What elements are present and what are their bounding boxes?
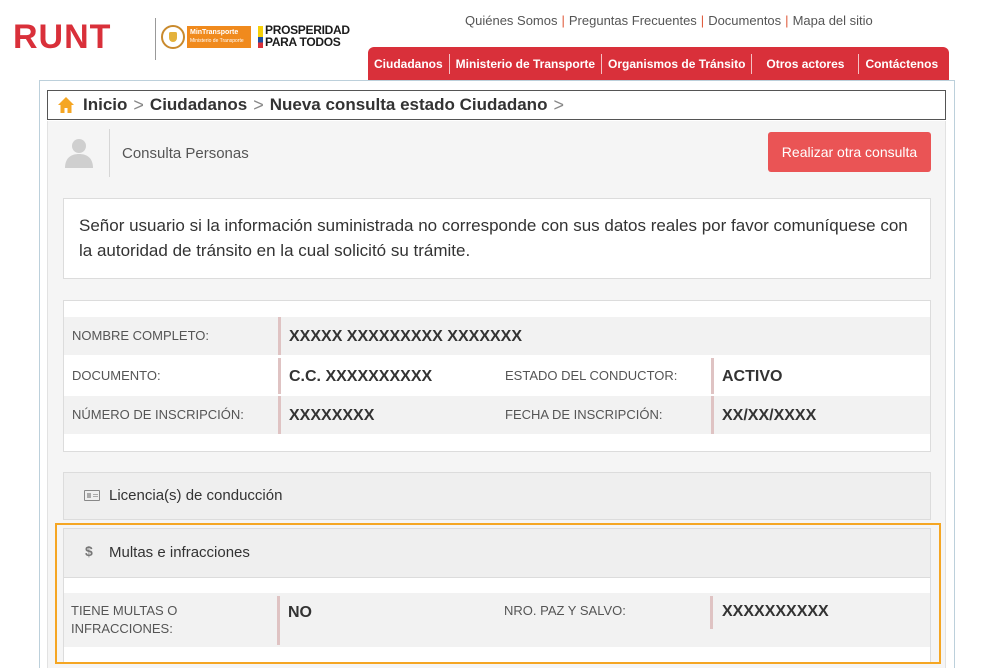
- realizar-otra-consulta-button[interactable]: Realizar otra consulta: [768, 132, 931, 172]
- nav-organismos-de-transito[interactable]: Organismos de Tránsito: [601, 53, 751, 74]
- logo-divider: [155, 18, 156, 60]
- inscripcion-value: XXXXXXXX: [289, 407, 375, 424]
- fecha-label: FECHA DE INSCRIPCIÓN:: [505, 407, 663, 422]
- user-icon: [65, 139, 93, 168]
- breadcrumb-inicio[interactable]: Inicio: [83, 95, 127, 115]
- link-documentos[interactable]: Documentos: [708, 13, 781, 28]
- breadcrumb-current: Nueva consulta estado Ciudadano: [269, 95, 548, 114]
- person-info-card: NOMBRE COMPLETO: XXXXX XXXXXXXXX XXXXXXX…: [63, 300, 931, 452]
- info-row-nombre: NOMBRE COMPLETO: XXXXX XXXXXXXXX XXXXXXX: [64, 317, 930, 355]
- colombia-shield-icon: [161, 25, 185, 49]
- flag-stripes: [258, 26, 263, 48]
- id-card-icon: [84, 490, 100, 501]
- estado-value: ACTIVO: [722, 368, 783, 385]
- fecha-value: XX/XX/XXXX: [722, 407, 817, 424]
- breadcrumb-separator: >: [253, 94, 264, 115]
- person-bar-divider: [109, 129, 110, 177]
- person-bar: Consulta Personas Realizar otra consulta: [47, 121, 946, 183]
- link-preguntas-frecuentes[interactable]: Preguntas Frecuentes: [569, 13, 697, 28]
- nombre-value: XXXXX XXXXXXXXX XXXXXXX: [289, 328, 522, 345]
- licencias-section-header[interactable]: Licencia(s) de conducción: [63, 472, 931, 520]
- licencias-title: Licencia(s) de conducción: [109, 487, 283, 504]
- multas-highlight-box: [55, 523, 941, 664]
- main-nav: Ciudadanos Ministerio de Transporte Orga…: [368, 47, 949, 80]
- nav-ciudadanos[interactable]: Ciudadanos: [368, 54, 449, 74]
- estado-label: ESTADO DEL CONDUCTOR:: [505, 368, 678, 383]
- breadcrumb: Inicio > Ciudadanos > Nueva consulta est…: [47, 90, 946, 120]
- nav-ministerio-de-transporte[interactable]: Ministerio de Transporte: [448, 53, 601, 74]
- nav-contactenos[interactable]: Contáctenos: [858, 53, 944, 74]
- nombre-label: NOMBRE COMPLETO:: [72, 328, 210, 343]
- breadcrumb-ciudadanos[interactable]: Ciudadanos: [150, 95, 247, 115]
- link-quienes-somos[interactable]: Quiénes Somos: [465, 13, 558, 28]
- top-links: Quiénes Somos | Preguntas Frecuentes | Docum…: [465, 13, 873, 28]
- notice-message: Señor usuario si la información suminist…: [63, 198, 931, 279]
- home-icon[interactable]: [57, 96, 75, 114]
- breadcrumb-separator: >: [133, 94, 144, 115]
- link-mapa-del-sitio[interactable]: Mapa del sitio: [793, 13, 873, 28]
- mintransporte-logo: MinTransporte Ministerio de Transporte: [161, 25, 251, 49]
- documento-value: C.C. XXXXXXXXXX: [289, 368, 433, 385]
- site-header: RUNT MinTransporte Ministerio de Transpor…: [0, 0, 996, 80]
- person-bar-title: Consulta Personas: [122, 145, 249, 162]
- nav-otros-actores[interactable]: Otros actores: [751, 53, 858, 74]
- documento-label: DOCUMENTO:: [72, 368, 161, 383]
- info-row-inscripcion: NÚMERO DE INSCRIPCIÓN: XXXXXXXX FECHA DE…: [64, 396, 930, 434]
- info-row-documento: DOCUMENTO: C.C. XXXXXXXXXX ESTADO DEL CO…: [64, 357, 930, 395]
- breadcrumb-separator: >: [553, 94, 564, 115]
- inscripcion-label: NÚMERO DE INSCRIPCIÓN:: [72, 407, 244, 422]
- runt-logo[interactable]: RUNT: [13, 18, 111, 57]
